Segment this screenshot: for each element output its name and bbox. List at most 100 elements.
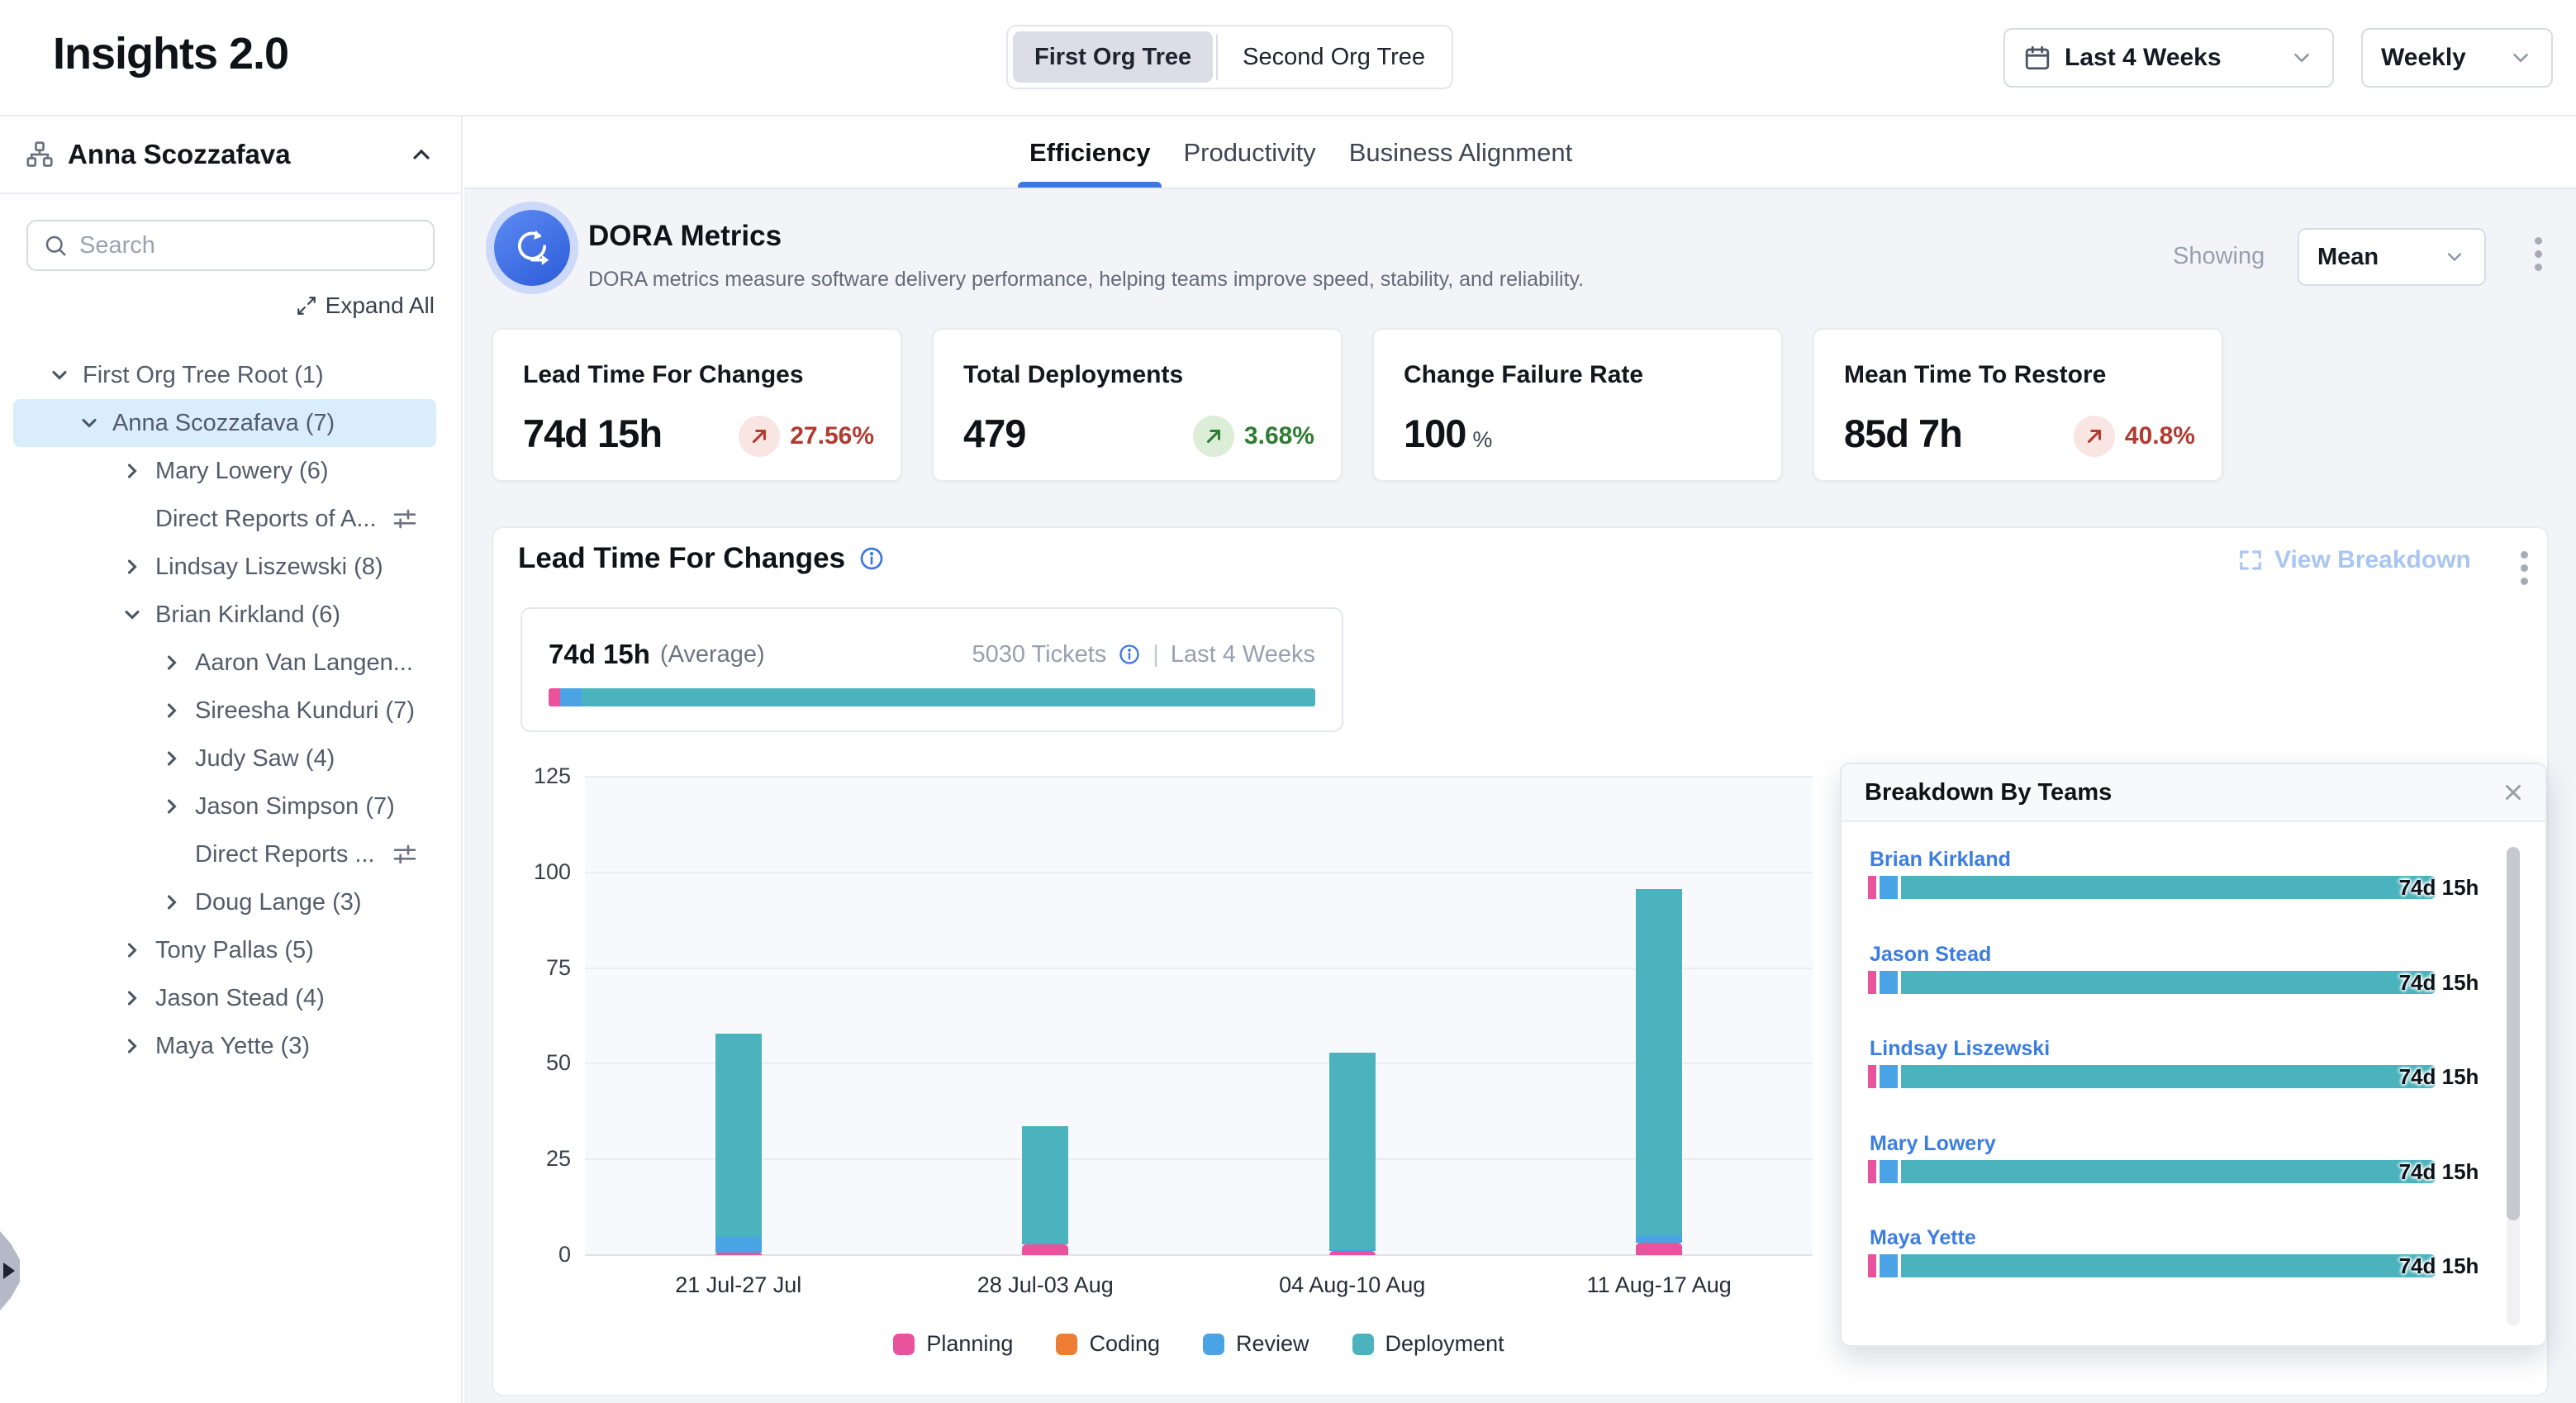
chevron-right-icon — [119, 458, 145, 484]
x-tick-label: 04 Aug-10 Aug — [1212, 1272, 1493, 1298]
breakdown-team-link[interactable]: Brian Kirkland — [1870, 848, 2011, 872]
toggle-first-org-tree[interactable]: First Org Tree — [1013, 31, 1213, 83]
chart-legend: Planning Coding Review Deployment — [585, 1331, 1813, 1357]
breakdown-segment-deployment — [1901, 876, 2436, 899]
breakdown-team-link[interactable]: Jason Stead — [1870, 943, 1991, 967]
metric-card-value: 479 — [963, 411, 1025, 456]
tree-item[interactable]: Jason Stead (4) — [13, 974, 436, 1022]
chevron-right-icon — [159, 793, 185, 820]
chevron-down-icon — [119, 602, 145, 628]
trend-up-icon — [1193, 416, 1234, 457]
breakdown-segment-planning — [1868, 1065, 1876, 1088]
scrollbar-thumb[interactable] — [2507, 847, 2520, 1220]
tree-item-label: Judy Saw (4) — [195, 745, 335, 773]
tree-item[interactable]: Direct Reports ... — [13, 830, 436, 878]
summary-stacked-bar — [549, 688, 1315, 706]
org-tree: First Org Tree Root (1) Anna Scozzafava (… — [13, 351, 436, 1070]
tree-item[interactable]: Jason Simpson (7) — [13, 782, 436, 830]
summary-segment-deployment — [582, 688, 1315, 706]
lead-time-menu-button[interactable] — [2516, 546, 2533, 590]
org-chart-icon — [25, 140, 55, 169]
tree-item-label: Jason Stead (4) — [155, 985, 325, 1012]
chevron-right-icon — [119, 1033, 145, 1059]
metric-card: Total Deployments4793.68% — [932, 328, 1343, 482]
search-input[interactable] — [79, 232, 393, 259]
dora-section-title: DORA Metrics — [588, 220, 782, 253]
caret-right-icon — [3, 1263, 15, 1279]
info-icon[interactable] — [1118, 643, 1141, 666]
tree-item[interactable]: Maya Yette (3) — [13, 1022, 436, 1070]
tab-productivity[interactable]: Productivity — [1183, 117, 1315, 188]
breakdown-value: 74d 15h — [2385, 1254, 2493, 1277]
legend-swatch — [893, 1334, 915, 1355]
org-tree-toggle: First Org Tree Second Org Tree — [1006, 25, 1453, 89]
legend-item-review[interactable]: Review — [1203, 1331, 1309, 1357]
tree-item-label: Direct Reports of A... — [155, 506, 377, 533]
tree-item-label: Brian Kirkland (6) — [155, 602, 340, 629]
tab-business-alignment[interactable]: Business Alignment — [1349, 117, 1573, 188]
chevron-right-icon — [159, 697, 185, 724]
legend-swatch — [1056, 1334, 1077, 1355]
bar-segment-deployment — [715, 1034, 762, 1237]
metric-delta-badge: 3.68% — [1193, 416, 1314, 457]
legend-item-planning[interactable]: Planning — [893, 1331, 1013, 1357]
panel-title: Lead Time For Changes — [518, 542, 845, 575]
tree-item[interactable]: Tony Pallas (5) — [13, 926, 436, 974]
legend-item-deployment[interactable]: Deployment — [1352, 1331, 1504, 1357]
toggle-second-org-tree[interactable]: Second Org Tree — [1221, 31, 1447, 83]
chevron-right-icon — [119, 554, 145, 580]
x-tick-label: 11 Aug-17 Aug — [1519, 1272, 1799, 1298]
aggregation-select[interactable]: Mean — [2298, 228, 2486, 286]
sliders-icon[interactable] — [392, 841, 418, 868]
sidebar-collapse-handle[interactable] — [0, 1231, 20, 1310]
granularity-select[interactable]: Weekly — [2361, 28, 2553, 88]
info-icon[interactable] — [858, 545, 885, 572]
tree-item[interactable]: Mary Lowery (6) — [13, 447, 436, 495]
aggregation-value: Mean — [2317, 244, 2379, 271]
date-range-select[interactable]: Last 4 Weeks — [2003, 28, 2334, 88]
bar-segment-planning — [1636, 1243, 1682, 1255]
breakdown-team-link[interactable]: Maya Yette — [1870, 1226, 1976, 1250]
close-icon[interactable] — [2501, 780, 2526, 805]
tree-item-label: Jason Simpson (7) — [195, 793, 395, 820]
stacked-bar — [1329, 1053, 1376, 1255]
tab-efficiency[interactable]: Efficiency — [1029, 117, 1150, 188]
tree-item[interactable]: Brian Kirkland (6) — [13, 591, 436, 639]
tree-item[interactable]: Lindsay Liszewski (8) — [13, 543, 436, 591]
dora-menu-button[interactable] — [2530, 232, 2547, 276]
legend-label: Coding — [1089, 1331, 1160, 1357]
breakdown-team-link[interactable]: Mary Lowery — [1870, 1132, 1996, 1156]
tree-item-label: Maya Yette (3) — [155, 1033, 310, 1060]
stacked-bar — [715, 1034, 762, 1255]
expand-all-button[interactable]: Expand All — [0, 291, 435, 321]
bar-segment-review — [1636, 1235, 1682, 1243]
legend-swatch — [1203, 1334, 1224, 1355]
view-breakdown-button[interactable]: View Breakdown — [2238, 546, 2471, 574]
tree-item-label: Lindsay Liszewski (8) — [155, 554, 383, 581]
tree-item[interactable]: Sireesha Kunduri (7) — [13, 687, 436, 735]
tree-item[interactable]: Anna Scozzafava (7) — [13, 399, 436, 447]
granularity-value: Weekly — [2381, 44, 2466, 72]
x-tick-label: 21 Jul-27 Jul — [598, 1272, 879, 1298]
tabs: Efficiency Productivity Business Alignment — [1029, 117, 1572, 188]
metric-delta-value: 3.68% — [1244, 422, 1314, 450]
tree-item[interactable]: Judy Saw (4) — [13, 735, 436, 782]
gridline — [585, 1158, 1813, 1160]
breakdown-bar — [1868, 971, 2439, 994]
chevron-up-icon[interactable] — [408, 141, 435, 168]
breakdown-team-link[interactable]: Lindsay Liszewski — [1870, 1037, 2050, 1061]
sliders-icon[interactable] — [392, 506, 418, 532]
y-tick-label: 100 — [500, 859, 571, 885]
legend-item-coding[interactable]: Coding — [1056, 1331, 1160, 1357]
tab-bar: Efficiency Productivity Business Alignment — [464, 117, 2576, 188]
app-title: Insights 2.0 — [53, 28, 288, 79]
tree-item-label: First Org Tree Root (1) — [83, 362, 324, 389]
summary-divider: | — [1153, 641, 1159, 668]
content-area: DORA Metrics DORA metrics measure softwa… — [464, 189, 2576, 1403]
tree-item[interactable]: Doug Lange (3) — [13, 878, 436, 926]
tree-item[interactable]: Aaron Van Langen... — [13, 639, 436, 687]
breakdown-segment-planning — [1868, 1160, 1876, 1183]
tree-item[interactable]: First Org Tree Root (1) — [13, 351, 436, 399]
sidebar-header[interactable]: Anna Scozzafava — [0, 117, 461, 194]
tree-item[interactable]: Direct Reports of A... — [13, 495, 436, 543]
